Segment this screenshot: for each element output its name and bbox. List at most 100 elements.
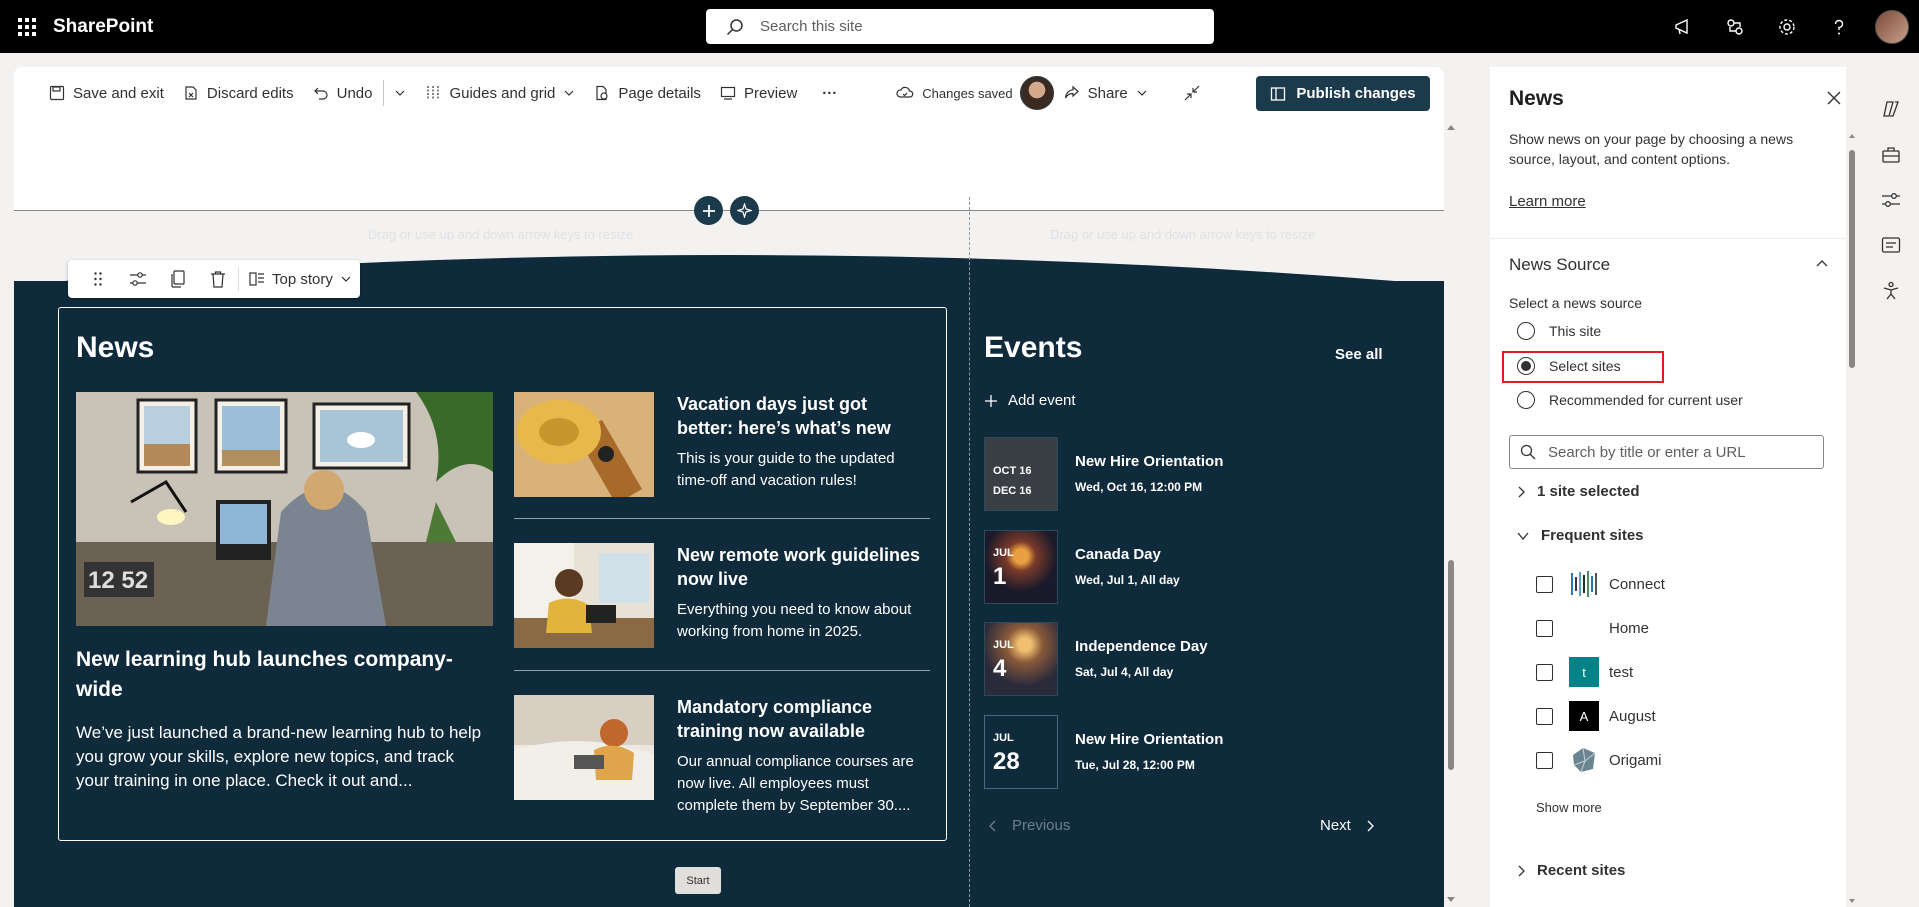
editor-avatar[interactable] (1019, 76, 1054, 110)
save-exit-button[interactable]: Save and exit (49, 85, 164, 102)
site-row-august[interactable]: A August (1536, 701, 1656, 731)
app-name[interactable]: SharePoint (53, 16, 153, 38)
news-item-title: New remote work guidelines now live (677, 545, 921, 589)
chevron-right-icon (1518, 865, 1525, 876)
layout-dropdown[interactable]: Top story (238, 267, 352, 291)
learn-more-link[interactable]: Learn more (1509, 193, 1586, 210)
share-button[interactable]: Share (1064, 85, 1148, 102)
news-item-1[interactable]: Vacation days just got better: here’s wh… (514, 392, 930, 497)
news-item-3[interactable]: Mandatory compliance training now availa… (514, 695, 930, 825)
radio-label: Recommended for current user (1549, 392, 1743, 408)
undo-icon (313, 87, 328, 100)
close-icon[interactable] (1827, 91, 1841, 110)
start-button[interactable]: Start (675, 867, 721, 894)
collapse-button[interactable] (1183, 84, 1201, 102)
webpart-toolbar: Top story (68, 260, 360, 298)
hero-image[interactable]: 12 52 (76, 392, 493, 626)
selected-sites-toggle[interactable]: 1 site selected (1517, 483, 1640, 500)
drag-handle[interactable] (78, 260, 118, 298)
event-name: New Hire Orientation (1075, 731, 1224, 748)
connections-icon[interactable] (1709, 0, 1761, 53)
column-divider[interactable] (969, 197, 970, 907)
publish-icon (1271, 86, 1286, 101)
delete-button[interactable] (198, 260, 238, 298)
events-heading: Events (984, 331, 1083, 364)
design-icon[interactable] (1879, 233, 1903, 257)
show-more-link[interactable]: Show more (1536, 800, 1602, 815)
chevron-up-icon[interactable] (1815, 255, 1829, 273)
news-source-header[interactable]: News Source (1509, 255, 1610, 275)
site-row-connect[interactable]: Connect (1536, 569, 1665, 599)
waffle-icon (17, 17, 36, 36)
news-thumbnail (514, 695, 654, 800)
page-details-button[interactable]: Page details (594, 85, 701, 102)
properties-icon[interactable] (1879, 188, 1903, 212)
recent-sites-toggle[interactable]: Recent sites (1517, 862, 1625, 879)
discard-label: Discard edits (206, 84, 294, 102)
radio-recommended[interactable]: Recommended for current user (1517, 391, 1743, 409)
recent-label: Recent sites (1537, 862, 1626, 879)
scroll-thumb[interactable] (1448, 560, 1454, 770)
toolbar-divider (383, 80, 385, 106)
event-item-4[interactable]: JUL 28 New Hire Orientation Tue, Jul 28,… (984, 715, 1314, 789)
accessibility-icon[interactable] (1879, 279, 1903, 303)
megaphone-icon[interactable] (1657, 0, 1709, 53)
duplicate-button[interactable] (158, 260, 198, 298)
news-item-title: Vacation days just got better: here’s wh… (677, 394, 891, 438)
edit-properties-button[interactable] (118, 260, 158, 298)
previous-button[interactable]: Previous (988, 817, 1070, 834)
page-details-icon (596, 85, 608, 101)
hero-title[interactable]: New learning hub launches company-wide (76, 645, 486, 705)
account-avatar[interactable] (1875, 9, 1909, 44)
event-item-1[interactable]: OCT 16 DEC 16 New Hire Orientation Wed, … (984, 437, 1314, 511)
radio-this-site[interactable]: This site (1517, 322, 1601, 340)
discard-icon (185, 86, 197, 100)
site-search-box[interactable]: Search this site (706, 9, 1214, 44)
settings-icon[interactable] (1761, 0, 1813, 53)
undo-button[interactable]: Undo (313, 85, 372, 102)
more-options-button[interactable]: ··· (822, 85, 837, 102)
site-search-input[interactable]: Search by title or enter a URL (1509, 435, 1824, 469)
preview-button[interactable]: Preview (720, 85, 797, 102)
discard-edits-button[interactable]: Discard edits (183, 85, 294, 102)
add-event-label: Add event (1008, 392, 1076, 409)
app-launcher-button[interactable] (0, 0, 53, 53)
copilot-icon[interactable] (1879, 97, 1903, 121)
radio-circle (1517, 322, 1535, 340)
toolbox-icon[interactable] (1879, 143, 1903, 167)
pane-scrollbar[interactable] (1848, 130, 1856, 907)
site-checkbox[interactable] (1536, 663, 1553, 681)
site-checkbox[interactable] (1536, 751, 1553, 769)
event-item-2[interactable]: JUL 1 Canada Day Wed, Jul 1, All day (984, 530, 1314, 604)
site-checkbox[interactable] (1536, 707, 1553, 725)
page-editor: Save and exit Discard edits Undo Guides … (14, 67, 1444, 907)
add-section-button[interactable] (694, 196, 723, 225)
frequent-sites-toggle[interactable]: Frequent sites (1517, 527, 1644, 544)
site-row-test[interactable]: t test (1536, 657, 1633, 687)
pane-scroll-thumb[interactable] (1849, 150, 1855, 368)
ai-assist-button[interactable] (730, 196, 759, 225)
event-item-3[interactable]: JUL 4 Independence Day Sat, Jul 4, All d… (984, 622, 1314, 696)
search-icon (724, 16, 746, 38)
radio-circle (1517, 391, 1535, 409)
help-icon[interactable] (1813, 0, 1865, 53)
svg-text:12 52: 12 52 (88, 567, 148, 594)
scroll-down-icon (1447, 897, 1455, 902)
site-checkbox[interactable] (1536, 575, 1553, 593)
canvas-scrollbar[interactable] (1446, 120, 1456, 907)
guides-grid-button[interactable]: Guides and grid (425, 85, 575, 102)
news-item-2[interactable]: New remote work guidelines now live Ever… (514, 543, 930, 648)
site-row-home[interactable]: Home (1536, 613, 1649, 643)
see-all-link[interactable]: See all (1335, 346, 1383, 363)
next-button[interactable]: Next (1320, 817, 1375, 834)
site-checkbox[interactable] (1536, 619, 1553, 637)
chevron-right-icon (1367, 820, 1374, 831)
news-item-description: Our annual compliance courses are now li… (677, 753, 914, 814)
selected-count: 1 site selected (1537, 483, 1640, 500)
add-event-button[interactable]: Add event (984, 392, 1076, 409)
publish-changes-button[interactable]: Publish changes (1256, 76, 1430, 111)
news-item-description: This is your guide to the updated time-o… (677, 450, 895, 489)
site-row-origami[interactable]: Origami (1536, 745, 1662, 775)
undo-dropdown-button[interactable] (394, 87, 406, 99)
chevron-down-icon (341, 276, 351, 282)
